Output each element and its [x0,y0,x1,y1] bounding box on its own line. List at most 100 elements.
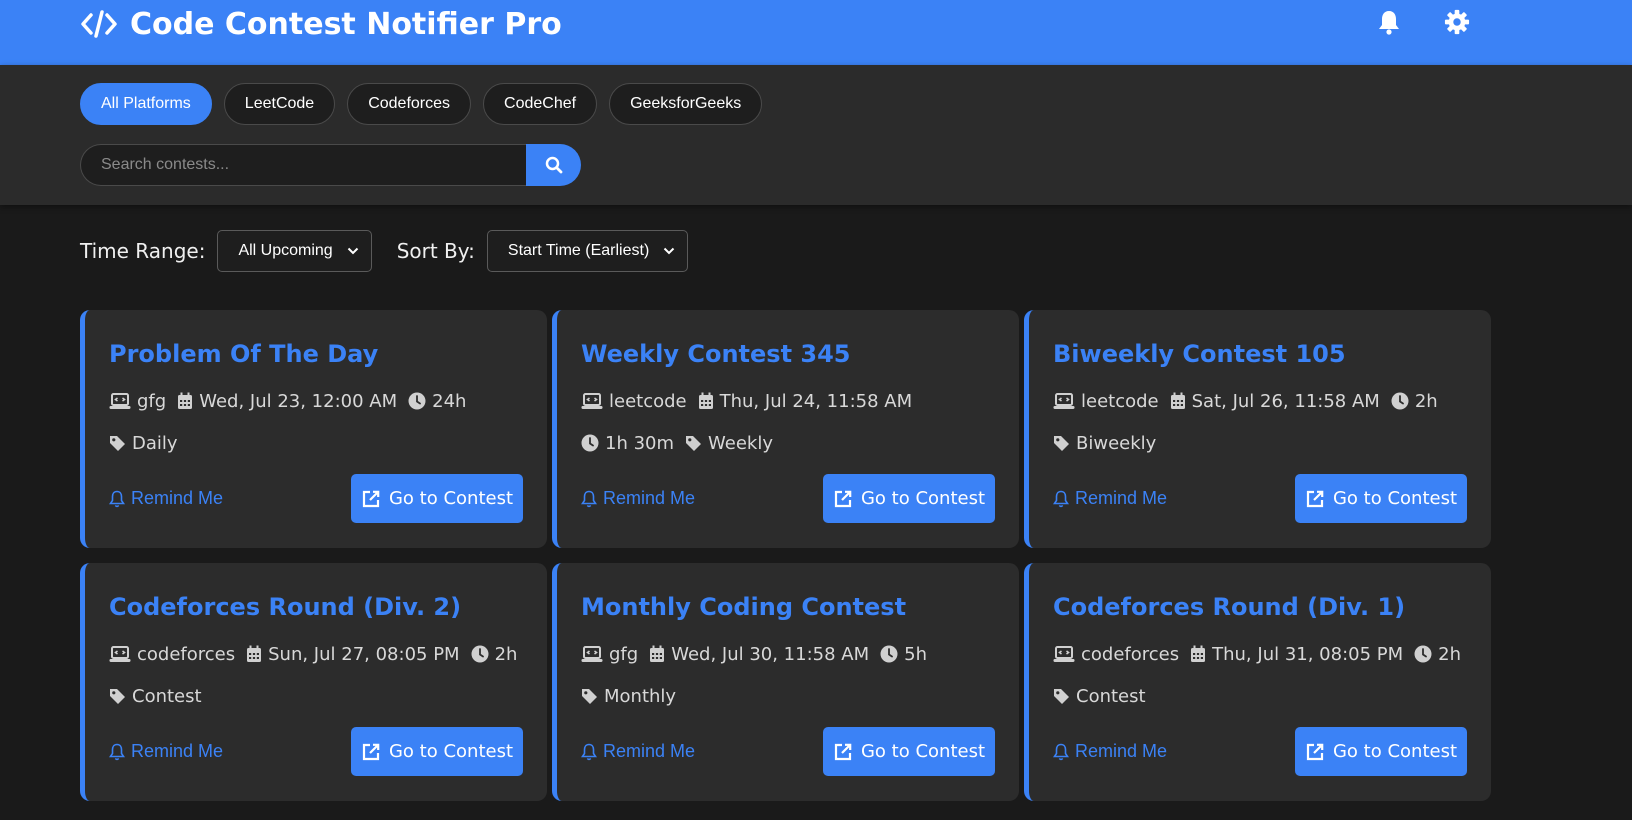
remind-me-button[interactable]: Remind Me [581,488,695,509]
contest-date: Wed, Jul 30, 11:58 AM [671,643,870,665]
app-header: Code Contest Notifier Pro [0,0,1632,65]
duration-meta: 2h [1391,390,1438,412]
contest-title[interactable]: Biweekly Contest 105 [1053,340,1346,368]
tag-meta: Contest [1053,685,1146,707]
time-range-value: All Upcoming [238,242,333,259]
settings-icon[interactable] [1444,7,1470,37]
tag-meta: Monthly [581,685,676,707]
chevron-down-icon [663,247,675,255]
platform-meta: leetcode [1053,390,1159,412]
filter-geeksforgeeks[interactable]: GeeksforGeeks [609,83,763,125]
remind-me-button[interactable]: Remind Me [109,741,223,762]
platform-name: leetcode [1081,390,1159,412]
clock-icon [1391,392,1409,410]
duration-meta: 5h [880,643,927,665]
calendar-icon [246,645,262,663]
contest-title[interactable]: Monthly Coding Contest [581,593,906,621]
bell-icon[interactable] [1376,7,1402,37]
date-meta: Wed, Jul 23, 12:00 AM [177,390,397,412]
bell-icon [581,490,597,508]
contest-title[interactable]: Weekly Contest 345 [581,340,851,368]
contest-meta: gfg Wed, Jul 23, 12:00 AM 24h Daily [109,390,539,454]
tag-icon [109,435,126,452]
clock-icon [1414,645,1432,663]
bell-icon [109,743,125,761]
duration-meta: 2h [471,643,517,665]
platform-name: codeforces [137,643,236,665]
clock-icon [408,392,426,410]
clock-icon [880,645,898,663]
platform-name: codeforces [1081,643,1180,665]
clock-icon [581,434,599,452]
remind-me-label: Remind Me [131,488,224,508]
calendar-icon [698,392,714,410]
tag-icon [109,688,126,705]
contest-date: Sat, Jul 26, 11:58 AM [1191,390,1380,412]
time-range-select[interactable]: All Upcoming [217,230,372,272]
go-to-contest-button[interactable]: Go to Contest [1295,727,1467,776]
sort-by-select[interactable]: Start Time (Earliest) [486,230,689,272]
go-to-contest-button[interactable]: Go to Contest [823,474,995,523]
go-to-contest-label: Go to Contest [860,741,986,762]
platform-meta: codeforces [109,643,235,665]
platform-name: leetcode [609,390,687,412]
filter-codeforces[interactable]: Codeforces [347,83,472,125]
bell-icon [1053,490,1069,508]
code-icon [80,9,118,39]
contest-date: Sun, Jul 27, 08:05 PM [268,643,460,665]
contest-title[interactable]: Problem Of The Day [109,340,378,368]
contest-card: Biweekly Contest 105 leetcode Sat, Jul 2… [1024,310,1491,548]
contest-tag: Biweekly [1076,432,1157,454]
filter-leetcode[interactable]: LeetCode [223,83,336,125]
external-link-icon [361,489,381,509]
sort-by-value: Start Time (Earliest) [507,242,650,259]
tag-meta: Daily [109,432,178,454]
calendar-icon [1170,392,1186,410]
go-to-contest-label: Go to Contest [1332,488,1458,509]
platform-name: gfg [137,390,167,412]
duration-meta: 2h [1414,643,1461,665]
duration-meta: 24h [408,390,466,412]
remind-me-button[interactable]: Remind Me [1053,488,1167,509]
calendar-icon [1190,645,1206,663]
go-to-contest-label: Go to Contest [388,488,514,509]
remind-me-button[interactable]: Remind Me [1053,741,1167,762]
filter-codechef[interactable]: CodeChef [483,83,598,125]
contest-card: Problem Of The Day gfg Wed, Jul 23, 12:0… [80,310,547,548]
list-controls: Time Range: All Upcoming Sort By: Start … [80,230,713,272]
contest-meta: codeforces Sun, Jul 27, 08:05 PM 2h Cont… [109,643,539,707]
bell-icon [581,743,597,761]
search-icon [545,156,563,174]
search-input[interactable] [80,144,526,186]
laptop-code-icon [109,392,131,410]
contest-title[interactable]: Codeforces Round (Div. 1) [1053,593,1405,621]
tag-icon [581,688,598,705]
time-range-label: Time Range: [80,239,206,263]
contest-title[interactable]: Codeforces Round (Div. 2) [109,593,461,621]
contest-duration: 1h 30m [605,432,675,454]
remind-me-button[interactable]: Remind Me [109,488,223,509]
remind-me-label: Remind Me [1075,741,1168,761]
go-to-contest-button[interactable]: Go to Contest [351,474,523,523]
brand: Code Contest Notifier Pro [80,4,562,44]
contest-date: Thu, Jul 31, 08:05 PM [1212,643,1404,665]
search-button[interactable] [526,144,581,186]
external-link-icon [833,742,853,762]
platform-meta: gfg [109,390,166,412]
go-to-contest-button[interactable]: Go to Contest [1295,474,1467,523]
contest-card: Weekly Contest 345 leetcode Thu, Jul 24,… [552,310,1019,548]
external-link-icon [833,489,853,509]
go-to-contest-button[interactable]: Go to Contest [351,727,523,776]
platform-filters: All Platforms LeetCode Codeforces CodeCh… [80,83,763,125]
go-to-contest-label: Go to Contest [860,488,986,509]
remind-me-label: Remind Me [603,741,696,761]
contest-meta: codeforces Thu, Jul 31, 08:05 PM 2h Cont… [1053,643,1483,707]
contest-date: Wed, Jul 23, 12:00 AM [199,390,398,412]
filter-bar: All Platforms LeetCode Codeforces CodeCh… [0,65,1632,205]
filter-all-platforms[interactable]: All Platforms [80,83,212,125]
contest-duration: 2h [1414,390,1438,412]
contest-duration: 2h [1438,643,1462,665]
remind-me-button[interactable]: Remind Me [581,741,695,762]
go-to-contest-button[interactable]: Go to Contest [823,727,995,776]
bell-icon [109,490,125,508]
